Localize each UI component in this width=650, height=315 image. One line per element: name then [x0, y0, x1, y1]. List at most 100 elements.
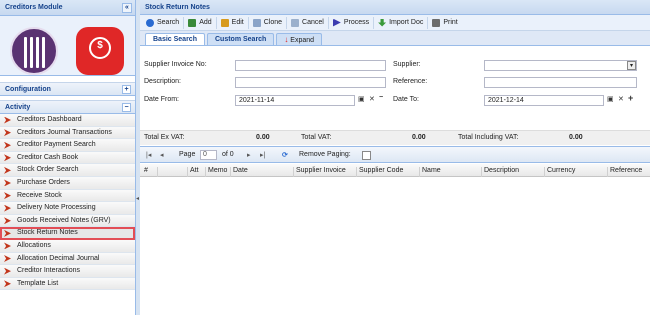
button-label: Import Doc: [389, 19, 424, 26]
date-from-field[interactable]: 2021-11-14: [235, 95, 355, 106]
button-label: Print: [443, 19, 458, 26]
total-vat-value: 0.00: [412, 134, 426, 141]
add-button[interactable]: Add: [184, 16, 217, 29]
button-label: Process: [343, 19, 370, 26]
button-label: Clone: [263, 19, 283, 26]
menu-item-selected[interactable]: Stock Return Notes: [0, 227, 135, 240]
expand-icon[interactable]: +: [122, 85, 131, 94]
date-to-calendar-icon[interactable]: ▣: [607, 95, 614, 103]
reference-field[interactable]: [484, 77, 637, 88]
menu-item[interactable]: Stock Order Search: [0, 164, 135, 177]
activity-menu: Creditors Dashboard Creditors Journal Tr…: [0, 114, 135, 291]
cancel-button[interactable]: Cancel: [287, 16, 329, 29]
column-header[interactable]: Reference: [607, 167, 642, 177]
chevron-down-icon[interactable]: ▾: [627, 61, 636, 70]
sidebar-header: Creditors Module «: [0, 0, 135, 16]
clone-button[interactable]: Clone: [249, 16, 288, 29]
sidebar: Creditors Module « $ Configuration + Act…: [0, 0, 136, 315]
edit-button[interactable]: Edit: [217, 16, 249, 29]
button-label: Add: [199, 19, 212, 26]
menu-item[interactable]: Delivery Note Processing: [0, 202, 135, 215]
splitter-arrow-icon[interactable]: ◂: [136, 195, 139, 202]
search-form: Supplier Invoice No: Supplier: ▾ Descrip…: [140, 47, 650, 127]
tab-basic-search[interactable]: Basic Search: [145, 33, 205, 45]
next-page-icon[interactable]: ▸: [247, 151, 251, 159]
column-header[interactable]: Memo: [205, 167, 227, 177]
clear-icon[interactable]: ✕: [369, 95, 375, 103]
supplier-select[interactable]: [484, 60, 637, 71]
collapse-icon[interactable]: −: [122, 103, 131, 112]
sidebar-title: Creditors Module: [5, 4, 63, 11]
plus-icon[interactable]: +: [628, 93, 633, 103]
date-from-label: Date From:: [144, 96, 180, 103]
column-header[interactable]: Att: [187, 167, 199, 177]
import-icon: [378, 18, 387, 27]
main-panel: Stock Return Notes Search Add Edit Clone…: [140, 0, 650, 315]
refresh-icon[interactable]: ⟳: [282, 151, 288, 159]
menu-item[interactable]: Receive Stock: [0, 189, 135, 203]
creditors-app-icon: $: [76, 27, 124, 75]
menu-item[interactable]: Creditor Payment Search: [0, 139, 135, 152]
column-header[interactable]: #: [142, 167, 148, 177]
total-incl-vat-value: 0.00: [569, 134, 583, 141]
print-icon: [432, 18, 441, 27]
import-doc-button[interactable]: Import Doc: [374, 16, 429, 29]
search-button[interactable]: Search: [142, 16, 185, 29]
totals-bar: Total Ex VAT: 0.00 Total VAT: 0.00 Total…: [140, 130, 650, 145]
description-label: Description:: [144, 78, 181, 85]
first-page-icon[interactable]: |◂: [146, 151, 151, 159]
minus-icon[interactable]: −: [379, 94, 383, 101]
column-header[interactable]: Supplier Invoice: [293, 167, 346, 177]
process-button[interactable]: Process: [329, 16, 375, 29]
remove-paging-checkbox[interactable]: [362, 151, 371, 160]
reference-label: Reference:: [393, 78, 428, 85]
menu-item[interactable]: Template List: [0, 277, 135, 291]
column-header[interactable]: Name: [419, 167, 441, 177]
description-field[interactable]: [235, 77, 386, 88]
column-header[interactable]: Description: [481, 167, 519, 177]
menu-item[interactable]: Creditors Dashboard: [0, 114, 135, 127]
total-ex-vat-label: Total Ex VAT:: [144, 134, 185, 141]
expand-button[interactable]: ↓ Expand: [276, 33, 323, 45]
page-label: Page: [179, 151, 196, 158]
print-button[interactable]: Print: [428, 17, 461, 29]
cancel-icon: [291, 18, 300, 27]
process-icon: [332, 18, 341, 27]
section-configuration[interactable]: Configuration +: [0, 82, 135, 96]
section-label: Configuration: [5, 86, 51, 93]
column-header[interactable]: Supplier Code: [356, 167, 403, 177]
button-label: Expand: [290, 37, 315, 44]
menu-item[interactable]: Purchase Orders: [0, 176, 135, 190]
tab-custom-search[interactable]: Custom Search: [206, 33, 275, 45]
search-tabs: Basic Search Custom Search ↓ Expand: [140, 31, 650, 46]
date-from-calendar-icon[interactable]: ▣: [358, 95, 365, 103]
date-to-field[interactable]: 2021-12-14: [484, 95, 604, 106]
logo-area: $: [0, 16, 135, 76]
column-header[interactable]: [157, 167, 160, 177]
menu-item[interactable]: Goods Received Notes (GRV): [0, 214, 135, 228]
last-page-icon[interactable]: ▸|: [260, 151, 265, 159]
edit-icon: [220, 18, 229, 27]
menu-item[interactable]: Allocation Decimal Journal: [0, 252, 135, 266]
collapse-sidebar-button[interactable]: «: [122, 3, 132, 13]
menu-item[interactable]: Creditor Interactions: [0, 265, 135, 278]
prev-page-icon[interactable]: ◂: [160, 151, 164, 159]
menu-item[interactable]: Creditor Cash Book: [0, 151, 135, 165]
menu-item[interactable]: Allocations: [0, 239, 135, 253]
total-ex-vat-value: 0.00: [256, 134, 270, 141]
column-header[interactable]: Date: [230, 167, 248, 177]
supplier-label: Supplier:: [393, 61, 421, 68]
total-incl-vat-label: Total Including VAT:: [458, 134, 519, 141]
date-to-label: Date To:: [393, 96, 419, 103]
clear-icon[interactable]: ✕: [618, 95, 624, 103]
clone-icon: [252, 18, 261, 27]
toolbar: Search Add Edit Clone Cancel Process Imp…: [140, 15, 650, 31]
section-activity[interactable]: Activity −: [0, 100, 135, 114]
supplier-invoice-field[interactable]: [235, 60, 386, 71]
page-title: Stock Return Notes: [140, 0, 650, 15]
add-icon: [188, 18, 197, 27]
page-number-field[interactable]: 0: [200, 150, 217, 160]
grid-header: # Att Memo Date Supplier Invoice Supplie…: [140, 164, 650, 177]
column-header[interactable]: Currency: [544, 167, 575, 177]
menu-item[interactable]: Creditors Journal Transactions: [0, 126, 135, 140]
